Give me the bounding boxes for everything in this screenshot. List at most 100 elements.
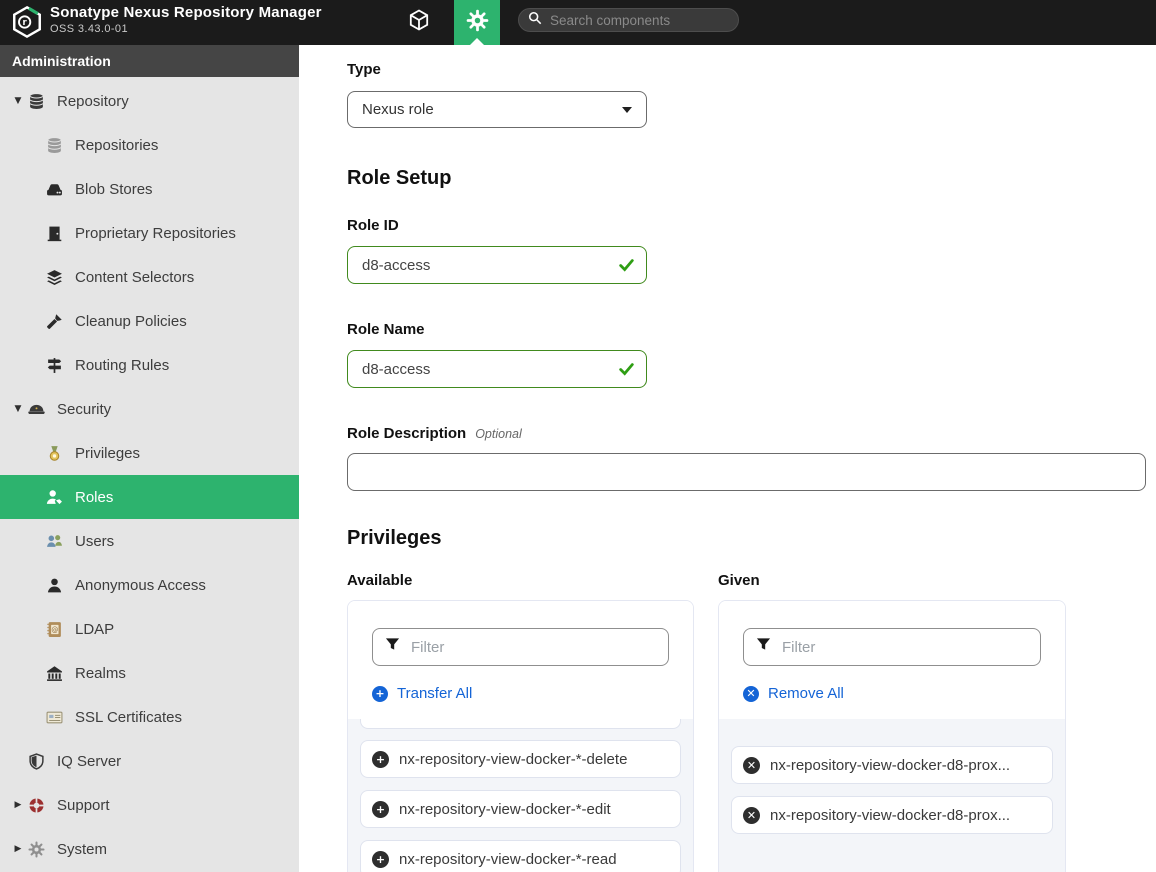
sidebar-item-iq-server[interactable]: IQ Server — [0, 739, 299, 783]
sidebar-item-roles[interactable]: Roles — [0, 475, 299, 519]
sidebar-item-label: Realms — [75, 665, 126, 682]
plus-circle-icon: + — [372, 686, 388, 702]
remove-all-label: Remove All — [768, 685, 844, 702]
role-name-field-wrapper — [347, 350, 647, 388]
chevron-down-icon — [622, 107, 632, 113]
svg-text:@: @ — [51, 625, 58, 633]
available-filter[interactable] — [372, 628, 669, 666]
layers-icon — [46, 269, 63, 286]
sidebar-item-users[interactable]: Users — [0, 519, 299, 563]
sidebar-item-repository[interactable]: ▼Repository — [0, 79, 299, 123]
privilege-name: nx-repository-view-docker-*-read — [399, 851, 617, 868]
sidebar-item-label: IQ Server — [57, 753, 121, 770]
sidebar-item-security[interactable]: ▼Security — [0, 387, 299, 431]
sidebar-item-label: Blob Stores — [75, 181, 153, 198]
filter-funnel-icon — [385, 637, 400, 657]
admin-mode-button[interactable] — [454, 0, 500, 45]
chevron-right-icon[interactable]: ▶ — [8, 844, 28, 854]
available-privilege-item[interactable]: + nx-repository-view-docker-*-delete — [360, 740, 681, 778]
available-panel: + Transfer All +nx-repository-view-docke… — [347, 600, 694, 872]
browse-mode-button[interactable] — [400, 0, 438, 45]
plus-circle-icon[interactable]: + — [372, 851, 389, 868]
sidebar-item-label: SSL Certificates — [75, 709, 182, 726]
sidebar-item-label: Users — [75, 533, 114, 550]
role-name-label: Role Name — [347, 321, 1156, 338]
plus-circle-icon[interactable]: + — [372, 801, 389, 818]
gear-gray-icon — [28, 841, 45, 858]
available-filter-input[interactable] — [409, 638, 656, 657]
search-icon — [528, 11, 542, 30]
chevron-right-icon[interactable]: ▶ — [8, 800, 28, 810]
type-label: Type — [347, 61, 1156, 78]
available-privilege-item[interactable]: + nx-repository-view-docker-*-read — [360, 840, 681, 872]
sidebar-item-proprietary-repositories[interactable]: Proprietary Repositories — [0, 211, 299, 255]
sidebar-item-label: Routing Rules — [75, 357, 169, 374]
medal-icon — [46, 445, 63, 462]
transfer-all-label: Transfer All — [397, 685, 472, 702]
sidebar-item-realms[interactable]: Realms — [0, 651, 299, 695]
type-select-value: Nexus role — [362, 101, 434, 118]
sidebar-item-privileges[interactable]: Privileges — [0, 431, 299, 475]
sidebar-item-label: Privileges — [75, 445, 140, 462]
given-column: Given ✕ Remove All ✕nx-repository-view-d… — [718, 572, 1066, 872]
available-privilege-list: +nx-repository-view-docker-*-delete+nx-r… — [348, 719, 693, 872]
cube-icon — [407, 8, 431, 37]
given-panel: ✕ Remove All ✕ nx-repository-view-docker-… — [718, 600, 1066, 872]
type-select[interactable]: Nexus role — [347, 91, 647, 128]
given-privilege-item[interactable]: ✕ nx-repository-view-docker-d8-prox... — [731, 746, 1053, 784]
hard-drive-icon — [46, 181, 63, 198]
sidebar-item-support[interactable]: ▶Support — [0, 783, 299, 827]
available-column: Available + Transfer All — [347, 572, 694, 872]
admin-sidebar: Administration ▼RepositoryRepositoriesBl… — [0, 45, 299, 872]
global-search[interactable] — [518, 8, 739, 32]
role-description-input[interactable] — [347, 453, 1146, 491]
given-privilege-item[interactable]: ✕nx-repository-view-docker-d8-prox... — [731, 796, 1053, 834]
given-filter-input[interactable] — [780, 638, 1028, 657]
map-signs-icon — [46, 357, 63, 374]
x-circle-icon[interactable]: ✕ — [743, 757, 760, 774]
sidebar-item-label: Roles — [75, 489, 113, 506]
privilege-name: nx-repository-view-docker-*-delete — [399, 751, 627, 768]
role-id-input[interactable] — [347, 246, 647, 284]
transfer-all-button[interactable]: + Transfer All — [372, 685, 472, 702]
role-id-field-wrapper — [347, 246, 647, 284]
sidebar-item-ldap[interactable]: @LDAP — [0, 607, 299, 651]
plus-circle-icon[interactable]: + — [372, 751, 389, 768]
chevron-down-icon[interactable]: ▼ — [8, 404, 28, 414]
privilege-name: nx-repository-view-docker-d8-prox... — [770, 757, 1010, 774]
sidebar-item-anonymous-access[interactable]: Anonymous Access — [0, 563, 299, 607]
given-privilege-list: ✕nx-repository-view-docker-d8-prox...✕nx… — [719, 719, 1065, 872]
sidebar-item-repositories[interactable]: Repositories — [0, 123, 299, 167]
available-privilege-item-partial[interactable] — [360, 719, 681, 729]
role-name-input[interactable] — [347, 350, 647, 388]
valid-check-icon — [618, 361, 635, 378]
sidebar-item-label: Anonymous Access — [75, 577, 206, 594]
sidebar-item-label: Proprietary Repositories — [75, 225, 236, 242]
life-ring-icon — [28, 797, 45, 814]
id-card-icon — [46, 709, 63, 726]
role-edit-page: Type Nexus role Role Setup Role ID Role … — [299, 45, 1156, 872]
x-circle-icon[interactable]: ✕ — [743, 807, 760, 824]
sidebar-item-blob-stores[interactable]: Blob Stores — [0, 167, 299, 211]
users-icon — [46, 533, 63, 550]
search-input[interactable] — [548, 12, 729, 29]
chevron-down-icon[interactable]: ▼ — [8, 96, 28, 106]
privileges-heading: Privileges — [347, 527, 1156, 550]
sidebar-item-content-selectors[interactable]: Content Selectors — [0, 255, 299, 299]
sonatype-logo-icon: r — [10, 5, 44, 39]
door-icon — [46, 225, 63, 242]
sidebar-item-label: Cleanup Policies — [75, 313, 187, 330]
database-icon — [46, 137, 63, 154]
valid-check-icon — [618, 257, 635, 274]
available-label: Available — [347, 572, 694, 589]
available-privilege-item[interactable]: +nx-repository-view-docker-*-edit — [360, 790, 681, 828]
database-icon — [28, 93, 45, 110]
sidebar-item-cleanup-policies[interactable]: Cleanup Policies — [0, 299, 299, 343]
remove-all-button[interactable]: ✕ Remove All — [743, 685, 844, 702]
given-filter[interactable] — [743, 628, 1041, 666]
sidebar-item-routing-rules[interactable]: Routing Rules — [0, 343, 299, 387]
filter-funnel-icon — [756, 637, 771, 657]
sidebar-item-ssl-certificates[interactable]: SSL Certificates — [0, 695, 299, 739]
sidebar-item-label: Content Selectors — [75, 269, 194, 286]
sidebar-item-system[interactable]: ▶System — [0, 827, 299, 871]
